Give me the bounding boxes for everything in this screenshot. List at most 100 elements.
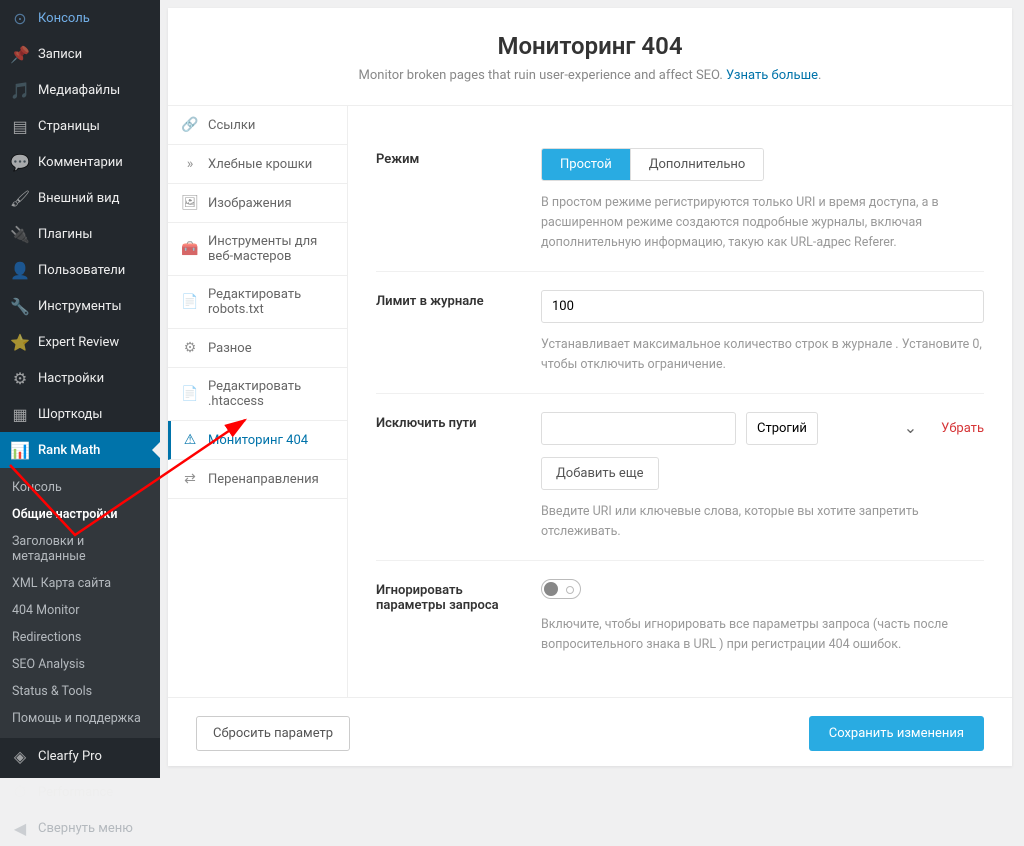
submenu-status[interactable]: Status & Tools xyxy=(0,678,160,705)
settings-form: Режим Простой Дополнительно В простом ре… xyxy=(348,106,1012,697)
ignore-description: Включите, чтобы игнорировать все парамет… xyxy=(541,615,984,655)
setting-exclude: Исключить пути Строгий Убрать Добавить е… xyxy=(376,394,984,561)
media-icon: 🎵 xyxy=(10,80,30,100)
submenu-help[interactable]: Помощь и поддержка xyxy=(0,705,160,732)
rank-math-submenu: Консоль Общие настройки Заголовки и мета… xyxy=(0,468,160,738)
page-title: Мониторинг 404 xyxy=(188,32,992,60)
menu-label: Clearfy Pro xyxy=(38,749,102,764)
menu-media[interactable]: 🎵 Медиафайлы xyxy=(0,72,160,108)
tab-links[interactable]: 🔗Ссылки xyxy=(168,106,347,145)
menu-rank-math[interactable]: 📊 Rank Math xyxy=(0,432,160,468)
submenu-sitemap[interactable]: XML Карта сайта xyxy=(0,570,160,597)
tab-misc[interactable]: ⚙Разное xyxy=(168,329,347,368)
gear-icon: ⚙ xyxy=(182,340,198,356)
save-button[interactable]: Сохранить изменения xyxy=(809,716,984,751)
menu-users[interactable]: 👤 Пользователи xyxy=(0,252,160,288)
ignore-toggle[interactable] xyxy=(541,579,581,599)
code-icon: ▦ xyxy=(10,404,30,424)
comment-icon: 💬 xyxy=(10,152,30,172)
menu-posts[interactable]: 📌Записи xyxy=(0,36,160,72)
setting-mode: Режим Простой Дополнительно В простом ре… xyxy=(376,130,984,272)
submenu-general[interactable]: Общие настройки xyxy=(0,501,160,528)
settings-tabs: 🔗Ссылки »Хлебные крошки 🖼Изображения 🧰Ин… xyxy=(168,106,348,697)
menu-shortcodes[interactable]: ▦ Шорткоды xyxy=(0,396,160,432)
menu-label: Performance xyxy=(38,785,113,800)
brush-icon: 🖌 xyxy=(10,188,30,208)
menu-label: Инструменты xyxy=(38,299,122,314)
menu-label: Rank Math xyxy=(38,443,100,458)
mode-simple-button[interactable]: Простой xyxy=(542,149,630,180)
chart-icon: 📊 xyxy=(10,440,30,460)
mode-label: Режим xyxy=(376,148,521,253)
menu-label: Expert Review xyxy=(38,335,119,350)
file-icon: 📄 xyxy=(182,386,198,402)
submenu-redirections[interactable]: Redirections xyxy=(0,624,160,651)
menu-label: Настройки xyxy=(38,371,104,386)
file-icon: 📄 xyxy=(182,294,198,310)
menu-appearance[interactable]: 🖌 Внешний вид xyxy=(0,180,160,216)
wrench-icon: 🔧 xyxy=(10,296,30,316)
ignore-label: Игнорировать параметры запроса xyxy=(376,579,521,655)
breadcrumb-icon: » xyxy=(182,156,198,172)
panel-body: 🔗Ссылки »Хлебные крошки 🖼Изображения 🧰Ин… xyxy=(168,105,1012,697)
tab-webmaster[interactable]: 🧰Инструменты для веб-мастеров xyxy=(168,223,347,276)
limit-label: Лимит в журнале xyxy=(376,290,521,375)
mode-advanced-button[interactable]: Дополнительно xyxy=(630,149,764,180)
limit-description: Устанавливает максимальное количество ст… xyxy=(541,335,984,375)
reset-button[interactable]: Сбросить параметр xyxy=(196,716,350,751)
menu-clearfy[interactable]: ◈ Clearfy Pro xyxy=(0,738,160,774)
wp-admin-sidebar: ⊙Консоль 📌Записи 🎵Медиафайлы ▤Страницы 💬… xyxy=(0,0,160,778)
exclude-add-button[interactable]: Добавить еще xyxy=(541,457,659,490)
exclude-label: Исключить пути xyxy=(376,412,521,542)
menu-plugins[interactable]: 🔌 Плагины xyxy=(0,216,160,252)
diamond-icon: ◈ xyxy=(10,746,30,766)
plugin-icon: 🔌 xyxy=(10,224,30,244)
tab-images[interactable]: 🖼Изображения xyxy=(168,184,347,223)
submenu-titles[interactable]: Заголовки и метаданные xyxy=(0,528,160,570)
panel-footer: Сбросить параметр Сохранить изменения xyxy=(168,697,1012,769)
limit-input[interactable] xyxy=(541,290,984,323)
menu-dashboard[interactable]: ⊙Консоль xyxy=(0,0,160,36)
dashboard-icon: ⊙ xyxy=(10,8,30,28)
exclude-remove-link[interactable]: Убрать xyxy=(941,421,984,436)
mode-segment: Простой Дополнительно xyxy=(541,148,764,181)
menu-label: Плагины xyxy=(38,227,92,242)
image-icon: 🖼 xyxy=(182,195,198,211)
page-icon: ▤ xyxy=(10,116,30,136)
mode-description: В простом режиме регистрируются только U… xyxy=(541,193,984,253)
tab-htaccess[interactable]: 📄Редактировать .htaccess xyxy=(168,368,347,421)
menu-label: Внешний вид xyxy=(38,191,120,206)
menu-expert-review[interactable]: ⭐Expert Review xyxy=(0,324,160,360)
menu-label: Медиафайлы xyxy=(38,83,120,98)
pin-icon: 📌 xyxy=(10,44,30,64)
learn-more-link[interactable]: Узнать больше xyxy=(726,68,818,83)
tab-404-monitor[interactable]: ⚠Мониторинг 404 xyxy=(168,421,347,460)
toolbox-icon: 🧰 xyxy=(182,241,198,257)
settings-panel: Мониторинг 404 Monitor broken pages that… xyxy=(168,8,1012,766)
menu-label: Комментарии xyxy=(38,155,123,170)
menu-settings[interactable]: ⚙ Настройки xyxy=(0,360,160,396)
sliders-icon: ⚙ xyxy=(10,368,30,388)
users-icon: 👤 xyxy=(10,260,30,280)
gauge-icon: ⏱ xyxy=(10,782,30,802)
menu-comments[interactable]: 💬 Комментарии xyxy=(0,144,160,180)
submenu-404[interactable]: 404 Monitor xyxy=(0,597,160,624)
menu-label: Шорткоды xyxy=(38,407,102,422)
menu-tools[interactable]: 🔧 Инструменты xyxy=(0,288,160,324)
submenu-seo[interactable]: SEO Analysis xyxy=(0,651,160,678)
collapse-icon: ◀ xyxy=(10,818,30,838)
setting-limit: Лимит в журнале Устанавливает максимальн… xyxy=(376,272,984,394)
submenu-dashboard[interactable]: Консоль xyxy=(0,474,160,501)
menu-performance[interactable]: ⏱ Performance xyxy=(0,774,160,810)
tab-robots[interactable]: 📄Редактировать robots.txt xyxy=(168,276,347,329)
redirect-icon: ⇄ xyxy=(182,471,198,487)
menu-label: Пользователи xyxy=(38,263,125,278)
menu-pages[interactable]: ▤Страницы xyxy=(0,108,160,144)
exclude-match-select[interactable]: Строгий xyxy=(746,412,818,445)
collapse-menu[interactable]: ◀ Свернуть меню xyxy=(0,810,160,846)
exclude-path-input[interactable] xyxy=(541,412,736,445)
collapse-label: Свернуть меню xyxy=(38,821,133,836)
link-icon: 🔗 xyxy=(182,117,198,133)
tab-redirects[interactable]: ⇄Перенаправления xyxy=(168,460,347,499)
tab-breadcrumbs[interactable]: »Хлебные крошки xyxy=(168,145,347,184)
